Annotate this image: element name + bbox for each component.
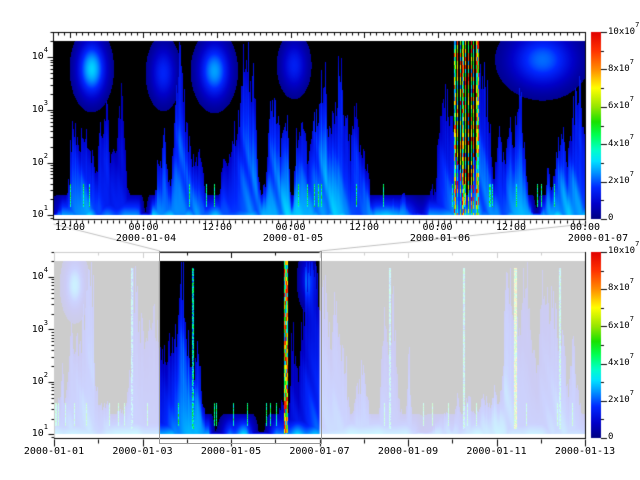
- top-panel-xtick-label: 12:00: [55, 222, 85, 233]
- top-panel-xtick-label: 00:00: [128, 222, 158, 233]
- colorbar-tick-label: 0: [608, 432, 613, 442]
- colorbar-tick-label: 4x107: [608, 139, 634, 149]
- top-panel-ytick-label: 103: [14, 104, 48, 115]
- top-panel-xtick-label: 00:00: [275, 222, 305, 233]
- top-panel-xtick-date: 2000-01-07: [568, 233, 628, 244]
- colorbar-tick-label: 4x107: [608, 358, 634, 368]
- top-panel-xtick-label: 12:00: [496, 222, 526, 233]
- bottom-panel-ytick-label: 104: [14, 271, 48, 282]
- top-panel-xtick-label: 12:00: [202, 222, 232, 233]
- colorbar-tick-label: 10x107: [608, 246, 639, 256]
- bottom-panel-xtick-label: 2000-01-11: [466, 446, 526, 457]
- bottom-panel-xtick-label: 2000-01-01: [24, 446, 84, 457]
- colorbar-tick-label: 0: [608, 213, 613, 223]
- top-panel-plot-area: [53, 32, 585, 219]
- colorbar-tick-label: 10x107: [608, 27, 639, 37]
- colorbar-tick-label: 8x107: [608, 283, 634, 293]
- spectrogram-figure: 104 103 102 101 104 103 102 101 12:00 00…: [0, 0, 640, 480]
- colorbar-tick-label: 6x107: [608, 101, 634, 111]
- top-panel-xtick-label: 12:00: [349, 222, 379, 233]
- colorbar-tick-label: 2x107: [608, 395, 634, 405]
- bottom-panel-ytick-label: 103: [14, 324, 48, 335]
- top-panel-ytick-label: 101: [14, 209, 48, 220]
- top-panel-xtick-date: 2000-01-04: [116, 233, 176, 244]
- top-panel-ytick-label: 104: [14, 51, 48, 62]
- top-panel-ytick-label: 102: [14, 157, 48, 168]
- colorbar-tick-label: 2x107: [608, 176, 634, 186]
- top-panel-xtick-date: 2000-01-05: [263, 233, 323, 244]
- colorbar-tick-label: 6x107: [608, 321, 634, 331]
- top-panel-xtick-label: 00:00: [422, 222, 452, 233]
- bottom-panel-xtick-label: 2000-01-09: [378, 446, 438, 457]
- bottom-panel-xtick-label: 2000-01-03: [112, 446, 172, 457]
- bottom-panel-xtick-label: 2000-01-05: [201, 446, 261, 457]
- bottom-panel-ytick-label: 102: [14, 376, 48, 387]
- bottom-panel-xtick-label: 2000-01-07: [289, 446, 349, 457]
- zoom-selection-region[interactable]: [159, 251, 322, 444]
- top-panel-xtick-date: 2000-01-06: [410, 233, 470, 244]
- bottom-panel-ytick-label: 101: [14, 428, 48, 439]
- top-panel-xtick-label: 00:00: [570, 222, 600, 233]
- colorbar-tick-label: 8x107: [608, 64, 634, 74]
- bottom-panel-xtick-label: 2000-01-13: [555, 446, 615, 457]
